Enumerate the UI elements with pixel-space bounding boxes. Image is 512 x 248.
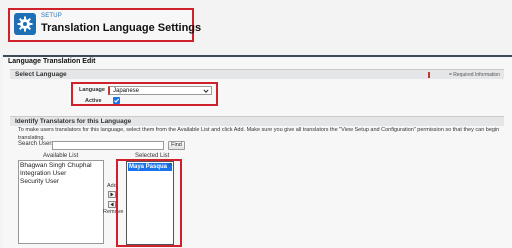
translators-section-title: Identify Translators for this Language [15, 118, 132, 125]
available-list[interactable]: Bhagwan Singh Chuphal Integration User S… [18, 160, 104, 244]
page-header: SETUP Translation Language Settings [0, 0, 512, 52]
header-highlight-box: SETUP Translation Language Settings [8, 8, 201, 42]
arrow-left-icon [110, 202, 114, 207]
available-item[interactable]: Security User [20, 178, 59, 185]
select-language-section: Select Language = Required Information [10, 69, 504, 79]
language-label: Language [79, 86, 105, 93]
language-select-value: Japanese [113, 87, 140, 94]
selected-list[interactable]: Maya Pasqua [126, 161, 174, 245]
required-info-text: = Required Information [448, 71, 500, 78]
active-checkbox[interactable] [113, 97, 120, 104]
translators-intro-text: To make users translators for this langu… [18, 127, 500, 141]
arrow-right-icon [110, 192, 114, 197]
gear-icon [14, 13, 36, 35]
select-language-title: Select Language [15, 71, 67, 78]
scroll-up-icon[interactable] [168, 162, 173, 167]
translators-section: Identify Translators for this Language [10, 116, 504, 126]
available-item[interactable]: Integration User [20, 170, 66, 177]
language-fields-highlight: Language Japanese Active [71, 82, 218, 106]
page-title: Translation Language Settings [41, 22, 202, 34]
checkmark-icon [114, 98, 120, 103]
available-list-heading: Available List [43, 153, 79, 159]
active-label: Active [85, 97, 102, 104]
search-users-label: Search Users [18, 141, 55, 147]
setup-label: SETUP [41, 13, 63, 19]
search-users-input[interactable] [52, 141, 164, 150]
language-select[interactable]: Japanese [108, 86, 212, 95]
add-button[interactable] [108, 191, 116, 198]
edit-title: Language Translation Edit [8, 58, 96, 65]
available-item[interactable]: Bhagwan Singh Chuphal [20, 162, 92, 169]
find-button[interactable]: Find [168, 141, 185, 150]
required-marker [428, 72, 430, 78]
edit-title-bar: Language Translation Edit [3, 55, 512, 68]
selected-item[interactable]: Maya Pasqua [128, 163, 172, 171]
chevron-down-icon [203, 89, 209, 93]
remove-button[interactable] [108, 201, 116, 208]
